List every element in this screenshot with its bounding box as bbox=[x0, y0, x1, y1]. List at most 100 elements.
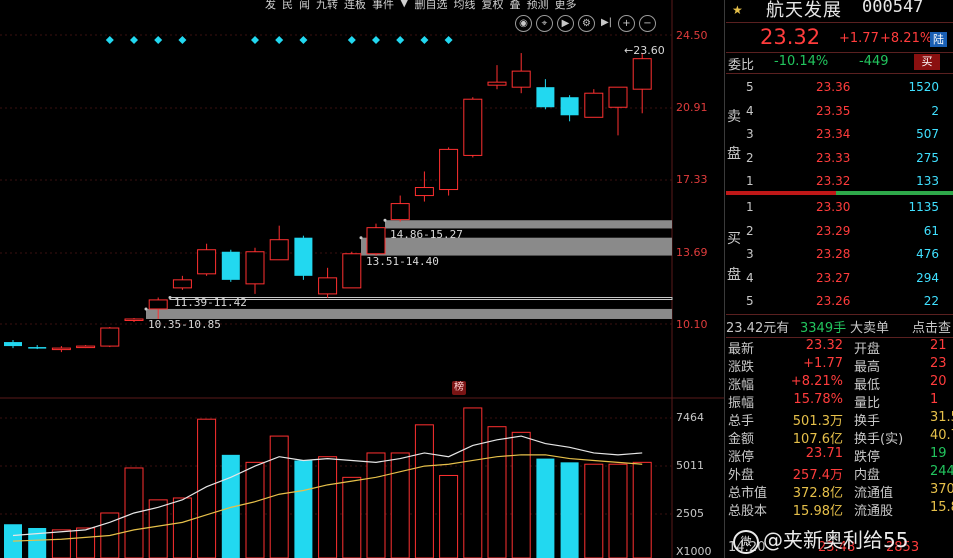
stat-key: 量比 bbox=[854, 396, 881, 411]
signal-marker bbox=[178, 36, 187, 44]
volume-bar bbox=[390, 452, 410, 558]
toolbar-item[interactable]: 民 bbox=[282, 0, 293, 10]
price-change: +1.77 bbox=[839, 31, 879, 46]
price-tick: 10.10 bbox=[676, 318, 708, 331]
gear-icon[interactable]: ⚙ bbox=[578, 15, 595, 32]
level: 2 bbox=[746, 150, 754, 165]
stat-row: 最新 23.32 开盘 21 bbox=[726, 338, 953, 357]
stat-value: 31.5 bbox=[930, 410, 953, 425]
bid-row[interactable]: 2 23.29 61 bbox=[726, 221, 953, 243]
signal-marker bbox=[420, 36, 429, 44]
ask-row[interactable]: 5 23.36 1520 bbox=[726, 77, 953, 99]
level: 5 bbox=[746, 80, 754, 94]
toolbar-item[interactable]: 更多 bbox=[554, 0, 576, 10]
candle-body bbox=[197, 249, 217, 275]
weibi-label: 委比 bbox=[728, 58, 755, 73]
zone-anchor bbox=[144, 307, 148, 311]
stat-key: 最低 bbox=[854, 378, 881, 393]
toolbar-item[interactable]: 发 bbox=[265, 0, 276, 10]
stat-row: 涨停 23.71 跌停 19 bbox=[726, 446, 953, 465]
quote-panel: ★ 航天发展 000547 23.32 +1.77 +8.21% 陆 委比 -1… bbox=[726, 0, 953, 558]
screenshot-icon[interactable]: ⌖ bbox=[536, 15, 553, 32]
stat-key: 最新 bbox=[728, 342, 755, 357]
order-price: 23.29 bbox=[816, 223, 851, 238]
zone-anchor bbox=[168, 296, 172, 300]
stat-row: 涨幅 +8.21% 最低 20 bbox=[726, 374, 953, 393]
bid-row[interactable]: 4 23.27 294 bbox=[726, 268, 953, 290]
toolbar-item[interactable]: 删自选 bbox=[414, 0, 447, 10]
rank-badge[interactable]: 榜 bbox=[452, 381, 466, 395]
last-price: 23.32 bbox=[760, 25, 821, 49]
stats-table: 最新 23.32 开盘 21 涨跌 +1.77 最高 23 涨幅 +8.21% 最低 20 振幅 15.7… bbox=[726, 338, 953, 519]
toolbar-item[interactable]: 事件 bbox=[372, 0, 394, 10]
panel-divider bbox=[724, 0, 725, 558]
zoom-in-icon[interactable]: + bbox=[618, 15, 635, 32]
order-volume: 61 bbox=[923, 223, 939, 238]
high-price-annotation: ←23.60 bbox=[624, 44, 665, 57]
candle-body bbox=[390, 203, 410, 221]
stat-key: 涨跌 bbox=[728, 360, 755, 375]
stat-key: 总手 bbox=[728, 414, 755, 429]
toolbar-item[interactable]: 均线 bbox=[453, 0, 475, 10]
stat-value: +1.77 bbox=[803, 356, 843, 371]
ask-row[interactable]: 1 23.32 133 bbox=[726, 171, 953, 193]
level: 5 bbox=[746, 294, 754, 308]
volume-bar bbox=[342, 476, 362, 558]
stat-value: 15.98亿 bbox=[792, 504, 843, 519]
toolbar-item[interactable]: 预测 bbox=[526, 0, 548, 10]
big-order-label[interactable]: 大卖单 bbox=[850, 317, 889, 336]
ask-row[interactable]: 2 23.33 275 bbox=[726, 148, 953, 170]
stat-key: 流通股 bbox=[854, 504, 894, 519]
price-tick: 13.69 bbox=[676, 246, 708, 259]
toolbar-item[interactable]: 闻 bbox=[299, 0, 310, 10]
toolbar-item[interactable]: 叠 bbox=[509, 0, 520, 10]
weibi-row: 委比 -10.14% -449 买 bbox=[726, 52, 953, 74]
ask-row[interactable]: 4 23.35 2 bbox=[726, 101, 953, 123]
candle-body bbox=[148, 299, 168, 310]
candle-body bbox=[318, 277, 338, 295]
order-price: 23.26 bbox=[816, 294, 851, 308]
level: 3 bbox=[746, 127, 754, 141]
toolbar-item[interactable]: 连板 bbox=[344, 0, 366, 10]
watermark-text: @夹新奥利给55 bbox=[763, 528, 909, 552]
stat-row: 外盘 257.4万内盘 244. bbox=[726, 464, 953, 483]
zone-anchor bbox=[359, 236, 363, 240]
bid-row[interactable]: 1 23.30 1135 bbox=[726, 197, 953, 219]
buy-button[interactable]: 买 bbox=[914, 54, 940, 70]
last-icon[interactable]: ▶| bbox=[599, 15, 614, 30]
star-icon[interactable]: ★ bbox=[732, 3, 743, 17]
eye-icon[interactable]: ◉ bbox=[515, 15, 532, 32]
stock-title-row: ★ 航天发展 000547 bbox=[726, 0, 953, 23]
stat-value: 107.6亿 bbox=[792, 432, 843, 447]
kline-chart[interactable] bbox=[0, 0, 725, 558]
volume-bar bbox=[536, 458, 555, 558]
candle-body bbox=[632, 58, 652, 90]
stat-value: 372.8亿 bbox=[792, 486, 843, 501]
zone-label: 11.39-11.42 bbox=[174, 296, 247, 309]
play-icon[interactable]: ▶ bbox=[557, 15, 574, 32]
signal-marker bbox=[105, 36, 114, 44]
signal-marker bbox=[275, 36, 284, 44]
volume-bar bbox=[51, 529, 71, 558]
candle-body bbox=[124, 318, 144, 321]
order-price: 23.28 bbox=[816, 247, 851, 261]
volume-tick: 7464 bbox=[676, 411, 704, 424]
toolbar-item[interactable]: ▼ bbox=[400, 0, 408, 10]
candle-body bbox=[439, 148, 459, 191]
click-link[interactable]: 点击查 bbox=[912, 317, 951, 336]
candle-body bbox=[511, 70, 531, 88]
stat-key: 总市值 bbox=[728, 486, 768, 501]
price-change-pct: +8.21% bbox=[880, 31, 933, 46]
toolbar-item[interactable]: 九转 bbox=[316, 0, 338, 10]
order-volume: 22 bbox=[923, 294, 939, 308]
volume-bar bbox=[28, 527, 47, 558]
ask-row[interactable]: 3 23.34 507 bbox=[726, 124, 953, 146]
candle-body bbox=[100, 327, 120, 347]
volume-bar bbox=[439, 474, 459, 558]
bid-row[interactable]: 5 23.26 22 bbox=[726, 291, 953, 313]
stat-value: 40.7 bbox=[930, 428, 953, 443]
bid-row[interactable]: 3 23.28 476 bbox=[726, 244, 953, 266]
toolbar-item[interactable]: 复权 bbox=[481, 0, 503, 10]
order-volume: 2 bbox=[931, 103, 939, 118]
zoom-out-icon[interactable]: − bbox=[639, 15, 656, 32]
